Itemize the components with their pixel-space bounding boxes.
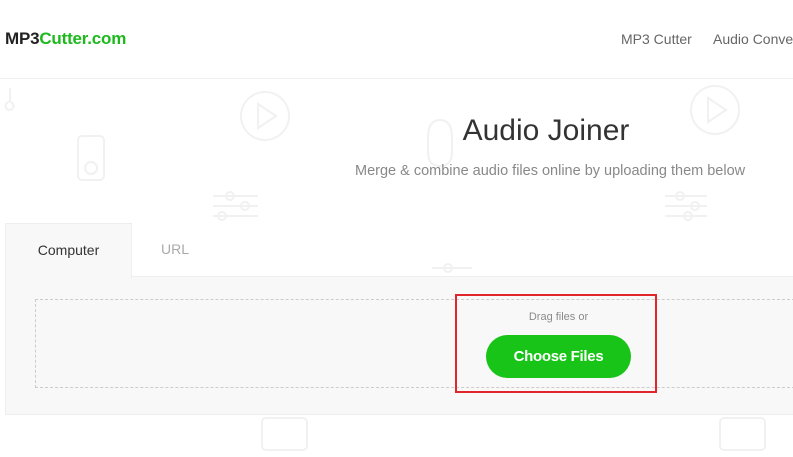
play-circle-icon — [240, 91, 290, 141]
drag-files-text: Drag files or — [528, 311, 589, 323]
nav-audio-converter[interactable]: Audio Conve — [713, 31, 793, 47]
play-icon — [707, 96, 728, 124]
sliders-icon — [665, 195, 707, 217]
nav-mp3-cutter[interactable]: MP3 Cutter — [621, 31, 692, 47]
music-note-icon — [4, 88, 15, 111]
audio-player-icon — [77, 135, 105, 181]
tab-url[interactable]: URL — [130, 223, 220, 276]
choose-files-button[interactable]: Choose Files — [486, 335, 631, 378]
page-title: Audio Joiner — [462, 114, 630, 147]
play-circle-icon — [690, 85, 740, 135]
play-icon — [257, 102, 278, 130]
logo-prefix: MP3 — [5, 29, 40, 48]
audio-player-icon — [261, 417, 308, 451]
top-navbar: MP3Cutter.com MP3 Cutter Audio Conve — [0, 0, 793, 79]
page-subtitle: Merge & combine audio files online by up… — [355, 163, 746, 179]
site-logo[interactable]: MP3Cutter.com — [5, 29, 126, 49]
audio-player-icon — [719, 417, 766, 451]
file-dropzone[interactable] — [35, 299, 793, 388]
logo-suffix: Cutter.com — [39, 29, 127, 48]
tab-computer[interactable]: Computer — [5, 223, 132, 278]
sliders-icon — [213, 195, 258, 217]
